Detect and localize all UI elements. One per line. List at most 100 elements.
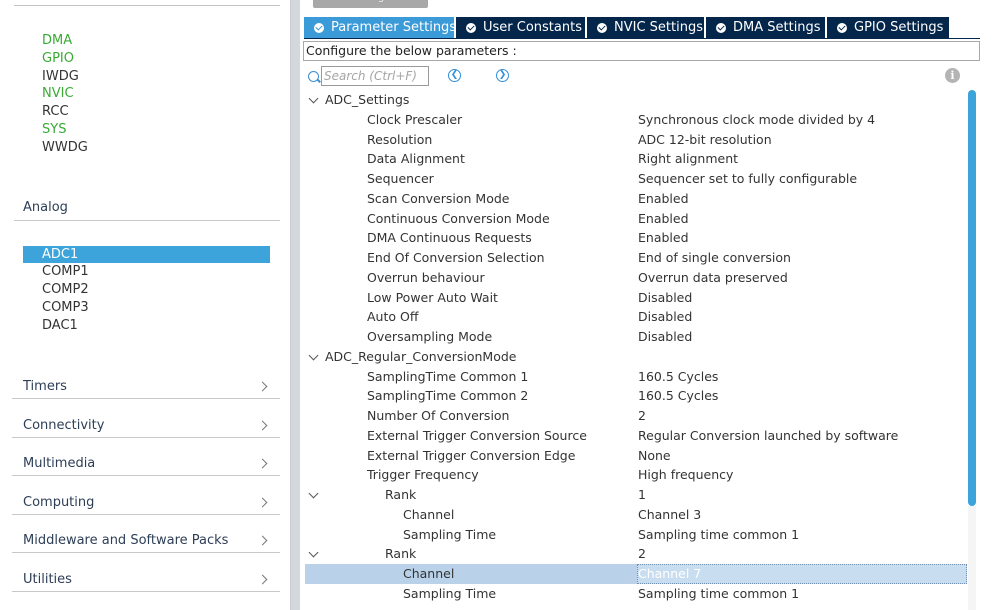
parameter-row[interactable]: Low Power Auto Wait Disabled (305, 288, 967, 308)
parameter-row[interactable]: DMA Continuous Requests Enabled (305, 228, 967, 248)
parameter-value[interactable]: 2 (638, 406, 646, 426)
tab-user-constants[interactable]: User Constants (456, 17, 585, 38)
parameter-tree: ADC_Settings Clock Prescaler Synchronous c… (305, 90, 970, 610)
sidebar-item-dma[interactable]: DMA (42, 33, 72, 49)
parameter-row[interactable]: Scan Conversion Mode Enabled (305, 189, 967, 209)
parameter-row[interactable]: External Trigger Conversion Source Regula… (305, 426, 967, 446)
parameter-value[interactable]: Enabled (638, 209, 689, 229)
search-input[interactable] (321, 66, 429, 86)
splitter[interactable] (291, 0, 300, 610)
parameter-name: Continuous Conversion Mode (367, 210, 550, 226)
parameter-row[interactable]: Number Of Conversion 2 (305, 406, 967, 426)
parameter-row[interactable]: Sampling Time Sampling time common 1 (305, 525, 967, 545)
parameter-value[interactable]: Disabled (638, 327, 692, 347)
parameter-name: Channel (403, 506, 455, 522)
category-multimedia[interactable]: Multimedia (12, 438, 280, 477)
category-middleware-and-software-packs[interactable]: Middleware and Software Packs (12, 515, 280, 554)
parameter-value[interactable]: Sampling time common 1 (638, 525, 799, 545)
check-circle-icon (314, 22, 324, 33)
expand-chevron-icon[interactable] (308, 350, 319, 361)
parameter-value[interactable]: 160.5 Cycles (638, 367, 718, 387)
parameter-value[interactable]: Regular Conversion launched by software (638, 426, 898, 446)
tab-nvic-settings[interactable]: NVIC Settings (587, 17, 704, 38)
parameter-row[interactable]: Data Alignment Right alignment (305, 149, 967, 169)
tree-group-row[interactable]: Rank 2 (305, 544, 967, 564)
parameter-value[interactable]: Sampling time common 1 (638, 584, 799, 604)
chevron-right-icon (257, 497, 268, 508)
parameter-value[interactable]: 2 (638, 544, 646, 564)
sidebar-item-rcc[interactable]: RCC (42, 104, 69, 120)
sidebar-item-wwdg[interactable]: WWDG (42, 140, 88, 156)
sidebar-item-nvic[interactable]: NVIC (42, 86, 74, 102)
configuration-panel: Reset Configuration Parameter Settings Us… (300, 0, 999, 610)
vertical-scrollbar-thumb[interactable] (968, 90, 976, 506)
parameter-row[interactable]: Overrun behaviour Overrun data preserved (305, 268, 967, 288)
vertical-scrollbar-track[interactable] (968, 506, 976, 610)
tab-dma-settings[interactable]: DMA Settings (706, 17, 825, 38)
parameter-value[interactable]: 160.5 Cycles (638, 386, 718, 406)
parameter-row[interactable]: Sequencer Sequencer set to fully configur… (305, 169, 967, 189)
parameter-row[interactable]: External Trigger Conversion Edge None (305, 446, 967, 466)
category-utilities[interactable]: Utilities (12, 554, 280, 592)
parameter-value[interactable]: End of single conversion (638, 248, 791, 268)
sidebar-item-iwdg[interactable]: IWDG (42, 69, 79, 85)
category-label: Timers (23, 379, 67, 394)
parameter-row[interactable]: Resolution ADC 12-bit resolution (305, 130, 967, 150)
search-previous-icon[interactable]: ❮ (448, 69, 461, 82)
parameter-value[interactable]: Right alignment (638, 149, 738, 169)
sidebar-item-sys[interactable]: SYS (42, 122, 66, 138)
parameter-row[interactable]: Clock Prescaler Synchronous clock mode di… (305, 110, 967, 130)
sidebar-item-dac1[interactable]: DAC1 (42, 318, 78, 334)
parameter-value[interactable]: 1 (638, 485, 646, 505)
category-computing[interactable]: Computing (12, 477, 280, 515)
search-next-icon[interactable]: ❯ (496, 69, 509, 82)
parameter-row[interactable]: Sampling Time Sampling time common 1 (305, 584, 967, 604)
tab-label: Parameter Settings (331, 20, 457, 35)
check-circle-icon (466, 22, 476, 33)
category-analog-header[interactable]: Analog (23, 200, 68, 215)
expand-chevron-icon[interactable] (308, 93, 319, 104)
tab-parameter-settings[interactable]: Parameter Settings (304, 17, 457, 38)
parameter-value[interactable]: High frequency (638, 465, 733, 485)
parameter-row[interactable]: Trigger Frequency High frequency (305, 465, 967, 485)
parameter-name: SamplingTime Common 1 (367, 368, 529, 384)
tab-bar: Parameter Settings User Constants NVIC Set… (304, 17, 951, 38)
expand-chevron-icon[interactable] (308, 547, 319, 558)
expand-chevron-icon[interactable] (308, 488, 319, 499)
tree-group-row[interactable]: Rank 1 (305, 485, 967, 505)
parameter-value[interactable]: Channel 3 (638, 505, 701, 525)
parameter-value[interactable]: Overrun data preserved (638, 268, 788, 288)
parameter-value[interactable]: ADC 12-bit resolution (638, 130, 772, 150)
sidebar-item-comp3[interactable]: COMP3 (42, 300, 89, 316)
sidebar-item-gpio[interactable]: GPIO (42, 51, 74, 67)
tab-gpio-settings[interactable]: GPIO Settings (827, 17, 949, 38)
info-icon[interactable]: i (945, 68, 960, 83)
parameter-value[interactable]: Enabled (638, 228, 689, 248)
category-timers[interactable]: Timers (12, 361, 280, 399)
parameter-row[interactable]: End Of Conversion Selection End of single… (305, 248, 967, 268)
sidebar-item-comp1[interactable]: COMP1 (42, 264, 89, 280)
parameter-row[interactable]: Channel Channel 7 (305, 564, 967, 584)
parameter-row[interactable]: Auto Off Disabled (305, 307, 967, 327)
parameter-value[interactable]: Disabled (638, 288, 692, 308)
parameter-value[interactable]: Disabled (638, 307, 692, 327)
parameter-value[interactable]: Channel 7 (637, 564, 967, 584)
parameter-row[interactable]: Oversampling Mode Disabled (305, 327, 967, 347)
tree-group-row[interactable]: ADC_Settings (305, 90, 967, 110)
parameter-name: SamplingTime Common 2 (367, 388, 529, 404)
sidebar-item-adc1[interactable]: ADC1 (23, 246, 270, 263)
parameter-row[interactable]: SamplingTime Common 1 160.5 Cycles (305, 367, 967, 387)
reset-configuration-button[interactable]: Reset Configuration (313, 0, 428, 8)
parameter-value[interactable]: Sequencer set to fully configurable (638, 169, 857, 189)
parameter-row[interactable]: Continuous Conversion Mode Enabled (305, 209, 967, 229)
sidebar-item-comp2[interactable]: COMP2 (42, 282, 89, 298)
parameter-name: External Trigger Conversion Source (367, 427, 587, 443)
category-connectivity[interactable]: Connectivity (12, 400, 280, 438)
search-icon[interactable] (308, 70, 319, 82)
parameter-value[interactable]: Enabled (638, 189, 689, 209)
parameter-row[interactable]: SamplingTime Common 2 160.5 Cycles (305, 386, 967, 406)
parameter-value[interactable]: None (638, 446, 671, 466)
tree-group-row[interactable]: ADC_Regular_ConversionMode (305, 347, 967, 367)
parameter-value[interactable]: Synchronous clock mode divided by 4 (638, 110, 875, 130)
parameter-row[interactable]: Channel Channel 3 (305, 505, 967, 525)
